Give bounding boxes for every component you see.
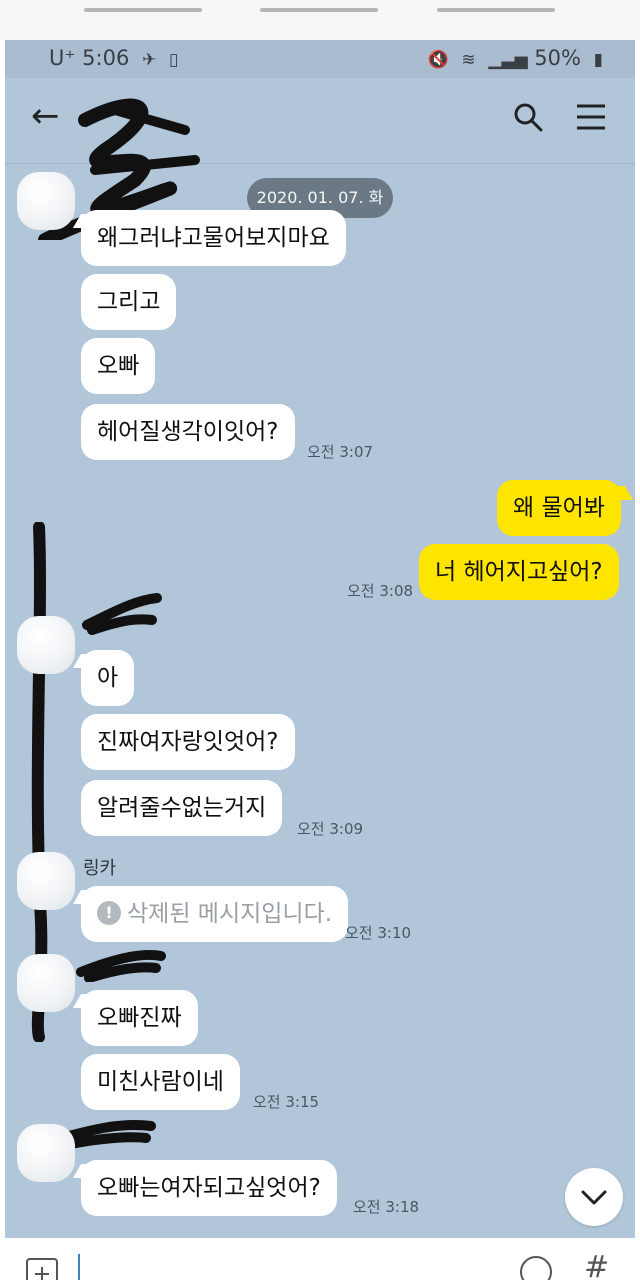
message-bubble[interactable]: 왜그러냐고물어보지마요 [81,210,346,266]
message-bubble[interactable]: 아 [81,650,135,706]
emoji-icon[interactable] [520,1256,552,1280]
phone-screen: U⁺ 5:06 ✈ ▯ 🔇 ≋ ▁▃▅ 50% ▮ ← 2020. 01. 07… [5,40,635,1280]
message-bubble[interactable]: 오빠 [81,338,156,394]
message-bubble[interactable]: 왜 물어봐 [497,480,621,536]
message-time: 오전 3:08 [347,582,414,600]
message-time: 오전 3:15 [253,1093,320,1111]
message-bubble[interactable]: 너 헤어지고싶어? [419,544,619,600]
redaction-scribble [82,593,162,635]
mute-icon: 🔇 [427,50,449,70]
chevron-down-icon [581,1190,607,1205]
avatar[interactable] [17,852,75,910]
chat-header: ← [5,78,635,164]
redaction-scribble [76,949,166,982]
back-arrow-icon[interactable]: ← [31,96,60,136]
message-bubble[interactable]: 오빠진짜 [81,990,198,1046]
avatar[interactable] [17,172,75,230]
message-bubble[interactable]: 그리고 [81,274,177,330]
scroll-to-bottom-button[interactable] [565,1168,623,1226]
status-right: 🔇 ≋ ▁▃▅ 50% ▮ [422,46,603,70]
avatar[interactable] [17,616,75,674]
message-time: 오전 3:18 [353,1198,420,1216]
clock: 5:06 [82,46,130,70]
avatar[interactable] [17,1124,75,1182]
wifi-icon: ≋ [461,50,476,70]
message-bubble[interactable]: 헤어질생각이잇어? [81,404,295,460]
message-bubble[interactable]: 진짜여자랑잇엇어? [81,714,295,770]
tab-indicator [84,8,202,12]
message-time: 오전 3:07 [307,443,374,461]
message-time: 오전 3:10 [345,924,412,942]
sender-name: 링카 [83,858,117,879]
status-left: U⁺ 5:06 ✈ ▯ [49,46,178,70]
notification-icon: ✈ [142,50,157,70]
message-bubble[interactable]: 알려줄수없는거지 [81,780,283,836]
message-bubble[interactable]: 미친사람이네 [81,1054,240,1110]
hash-icon[interactable]: # [584,1250,609,1280]
menu-icon[interactable] [575,102,607,132]
status-bar: U⁺ 5:06 ✈ ▯ 🔇 ≋ ▁▃▅ 50% ▮ [5,40,635,78]
plus-icon[interactable] [26,1258,58,1280]
deleted-message-bubble[interactable]: ! 삭제된 메시지입니다. [81,886,349,942]
message-input-bar: # [0,1238,640,1280]
message-time: 오전 3:09 [297,820,364,838]
battery-label: 50% [534,46,581,70]
carrier-label: U⁺ [49,46,76,70]
browser-top-strip [0,0,640,40]
tab-indicator [437,8,555,12]
search-icon[interactable] [513,102,543,132]
warning-icon: ! [97,900,121,925]
battery-icon: ▮ [593,50,603,70]
sim-icon: ▯ [168,50,179,70]
message-input[interactable] [78,1254,80,1280]
signal-icon: ▁▃▅ [488,50,528,70]
deleted-message-text: 삭제된 메시지입니다. [127,901,333,927]
message-bubble[interactable]: 오빠는여자되고싶엇어? [81,1160,337,1216]
tab-indicator [260,8,378,12]
avatar[interactable] [17,954,75,1012]
